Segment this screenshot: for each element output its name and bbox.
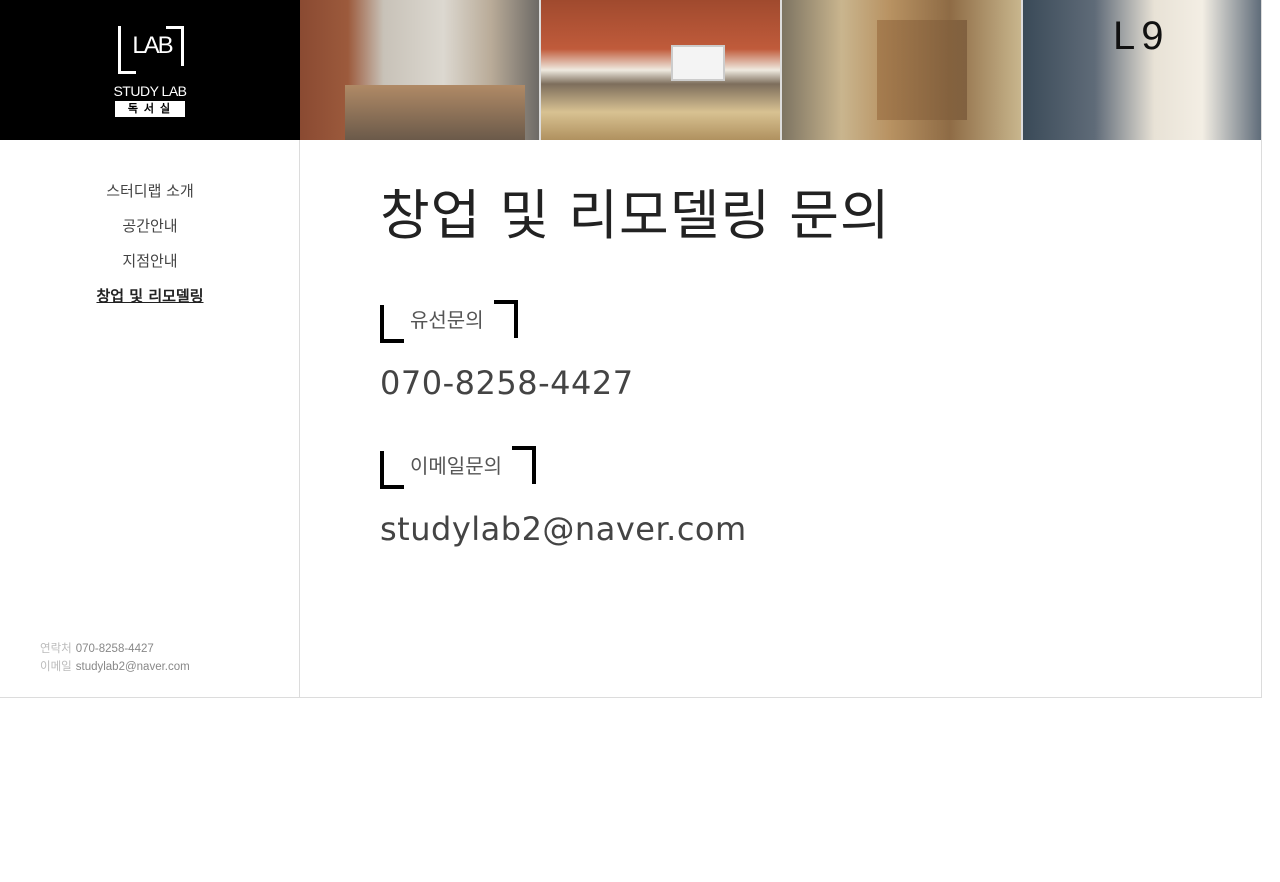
page-title: 창업 및 리모델링 문의 bbox=[380, 184, 891, 247]
nav-item-branches[interactable]: 지점안내 bbox=[0, 250, 300, 285]
main-content: 창업 및 리모델링 문의 유선문의 070-8258-4427 이메일문의 st… bbox=[380, 180, 1240, 548]
phone-section-title: 유선문의 bbox=[410, 308, 484, 332]
sidebar-phone-value: 070-8258-4427 bbox=[75, 643, 154, 655]
nav-item-intro[interactable]: 스터디랩 소개 bbox=[0, 180, 300, 215]
header-photo-strip bbox=[300, 0, 1262, 140]
bracket-right-icon bbox=[512, 446, 536, 484]
sidebar-email-row: 이메일 studylab2@naver.com bbox=[40, 658, 190, 676]
sidebar-phone-row: 연락처 070-8258-4427 bbox=[40, 640, 190, 658]
right-border bbox=[1261, 0, 1262, 698]
phone-number[interactable]: 070-8258-4427 bbox=[380, 364, 1240, 402]
nav-item-startup[interactable]: 창업 및 리모델링 bbox=[0, 285, 300, 320]
main-nav: 스터디랩 소개 공간안내 지점안내 창업 및 리모델링 bbox=[0, 180, 300, 320]
sidebar-phone-label: 연락처 bbox=[40, 643, 72, 655]
bracket-left-icon bbox=[380, 451, 404, 489]
phone-section: 유선문의 070-8258-4427 bbox=[380, 300, 1240, 402]
sidebar-email-label: 이메일 bbox=[40, 661, 72, 673]
nav-item-space[interactable]: 공간안내 bbox=[0, 215, 300, 250]
footer-divider bbox=[0, 697, 1262, 698]
logo-mark-text: LAB bbox=[132, 32, 173, 59]
email-section-title: 이메일문의 bbox=[410, 454, 502, 478]
email-address[interactable]: studylab2@naver.com bbox=[380, 510, 1240, 548]
photo-meeting-room bbox=[541, 0, 782, 140]
bracket-right-icon bbox=[493, 300, 518, 338]
logo[interactable]: LAB STUDY LAB 독서실 bbox=[0, 0, 300, 140]
bracket-left-icon bbox=[380, 305, 404, 343]
sidebar-contact: 연락처 070-8258-4427 이메일 studylab2@naver.com bbox=[40, 640, 190, 676]
logo-mark: LAB bbox=[118, 26, 184, 74]
email-section: 이메일문의 studylab2@naver.com bbox=[380, 446, 1240, 548]
sidebar: LAB STUDY LAB 독서실 스터디랩 소개 공간안내 지점안내 창업 및… bbox=[0, 0, 300, 698]
logo-subtitle: 독서실 bbox=[115, 101, 185, 117]
phone-section-header: 유선문의 bbox=[380, 300, 518, 344]
photo-study-hall bbox=[1023, 0, 1262, 140]
email-section-header: 이메일문의 bbox=[380, 446, 536, 490]
sidebar-email-value: studylab2@naver.com bbox=[75, 661, 190, 673]
photo-hallway bbox=[782, 0, 1023, 140]
logo-name: STUDY LAB bbox=[113, 83, 187, 99]
photo-reception bbox=[300, 0, 541, 140]
